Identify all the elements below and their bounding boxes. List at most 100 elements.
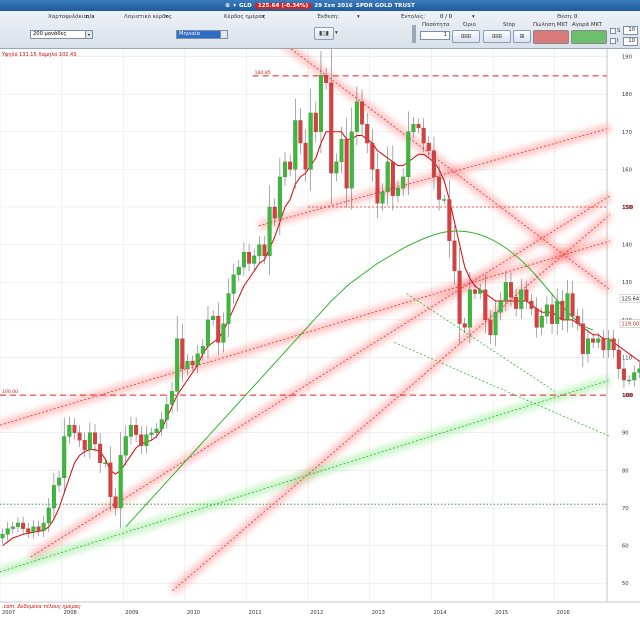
y-tick-label: 110 <box>622 355 632 361</box>
candle <box>596 338 601 343</box>
interval-select[interactable]: Μηνιαία ▾ <box>176 30 228 39</box>
candle <box>128 425 133 437</box>
quantity-label: Ποσότητα <box>422 22 450 28</box>
candle <box>580 323 585 354</box>
ma-price-flag-text: 119.00 <box>622 322 640 328</box>
trendline-red <box>30 195 611 558</box>
sell-market-button[interactable] <box>533 30 569 44</box>
x-tick-label: 2014 <box>433 610 447 616</box>
candle <box>205 319 210 347</box>
candle <box>170 391 175 405</box>
candle <box>349 131 354 189</box>
level-label: 100.00 <box>2 389 18 395</box>
candle <box>46 507 51 524</box>
y-tick-label: 60 <box>622 544 629 550</box>
stop-price-button[interactable]: ⊞⊞ <box>483 30 511 43</box>
x-tick-label: 2008 <box>64 610 77 616</box>
candle <box>103 462 108 464</box>
candle <box>67 425 72 437</box>
x-tick-label: 2012 <box>310 610 323 616</box>
candle <box>318 75 323 132</box>
chart-icon[interactable]: ⊕ <box>225 2 230 9</box>
candle <box>41 522 46 531</box>
y-tick-label: 100 <box>622 393 632 399</box>
candle <box>555 300 560 324</box>
candle <box>416 124 421 129</box>
price-chart-canvas[interactable]: 184.85150100.00100 506070809010011012013… <box>0 49 640 620</box>
interval-dropdown-icon[interactable]: ▾ <box>220 31 227 38</box>
limit-price-icon: ⊞⊞ <box>460 33 472 40</box>
ma-slow-line <box>125 230 594 528</box>
y-tick-label: 150 <box>622 205 632 211</box>
candle <box>211 315 216 321</box>
y-tick-label: 90 <box>622 431 629 437</box>
price-change-badge: 125.64 (-0.34%) <box>254 2 312 9</box>
candle <box>247 251 252 264</box>
candle <box>395 188 400 196</box>
candle <box>236 267 241 275</box>
y-tick-label: 160 <box>622 167 632 173</box>
candle <box>632 372 637 381</box>
candle <box>519 289 524 309</box>
trading-toolbar: Χαρτοφυλάκιο: n/a Λογιστικό κέρδος ▾ Κέρ… <box>0 11 640 49</box>
period-dropdown-icon[interactable]: ▾ <box>85 31 92 38</box>
candle <box>231 274 236 294</box>
position-value: 0 <box>574 14 578 20</box>
daily-profit-dropdown-icon[interactable]: ▾ <box>262 14 265 20</box>
period-select-value: 200 μονάδες <box>33 31 67 37</box>
position-label: Θέση: <box>557 14 573 20</box>
i-checkbox-label: I <box>617 38 619 44</box>
dropdown-icon[interactable]: ▾ <box>233 3 236 9</box>
candle <box>601 338 606 351</box>
chart-style-dropdown-icon[interactable]: ▾ <box>335 30 338 36</box>
candle <box>180 338 185 369</box>
x-tick-label: 2009 <box>125 610 138 616</box>
s-checkbox[interactable] <box>610 28 616 34</box>
exposure-dropdown-icon[interactable]: ▾ <box>357 14 360 20</box>
candle <box>216 315 221 343</box>
candle <box>77 432 82 441</box>
level-label: 184.85 <box>255 70 271 76</box>
candle <box>539 315 544 328</box>
candle <box>118 455 123 509</box>
candle <box>534 308 539 328</box>
candle <box>15 522 20 527</box>
candle <box>442 199 447 201</box>
price-chart[interactable]: 184.85150100.00100 506070809010011012013… <box>0 49 640 620</box>
candle <box>616 349 621 369</box>
y-tick-label: 170 <box>622 130 632 136</box>
candle <box>360 101 365 125</box>
candle <box>354 101 359 132</box>
buy-market-button[interactable] <box>571 30 607 44</box>
candle <box>241 251 246 268</box>
order-type-button[interactable]: ⊞ <box>513 30 531 43</box>
limit-price-button[interactable]: ⊞⊞ <box>452 30 480 43</box>
x-tick-label: 2015 <box>495 610 508 616</box>
period-select[interactable]: 200 μονάδες ▾ <box>30 30 93 39</box>
candle <box>31 526 36 533</box>
quantity-input[interactable]: 1 <box>420 31 450 40</box>
instrument-name: SPDR GOLD TRUST <box>355 2 415 9</box>
accounting-profit-dropdown-icon[interactable]: ▾ <box>165 14 168 20</box>
candle <box>488 319 493 336</box>
orders-dropdown-icon[interactable]: ▾ <box>472 14 475 20</box>
candle <box>221 323 226 343</box>
x-tick-label: 2013 <box>372 610 385 616</box>
chart-style-button[interactable]: ▮▯▮ <box>314 27 334 40</box>
s-value-input[interactable]: 10 <box>623 26 638 35</box>
candle <box>529 300 534 309</box>
candle <box>426 142 431 151</box>
candle <box>473 289 478 294</box>
i-checkbox[interactable] <box>610 38 616 44</box>
candle <box>565 293 570 321</box>
orders-value: 0 / 0 <box>440 14 453 20</box>
i-value-input[interactable]: 10 <box>623 37 638 46</box>
candle <box>51 485 56 509</box>
trendline-glow <box>0 375 612 577</box>
candle <box>226 293 231 324</box>
candle <box>313 112 318 132</box>
candle <box>437 176 442 200</box>
candle <box>123 436 128 456</box>
candle <box>514 297 519 309</box>
portfolio-label: Χαρτοφυλάκιο: <box>48 14 89 20</box>
